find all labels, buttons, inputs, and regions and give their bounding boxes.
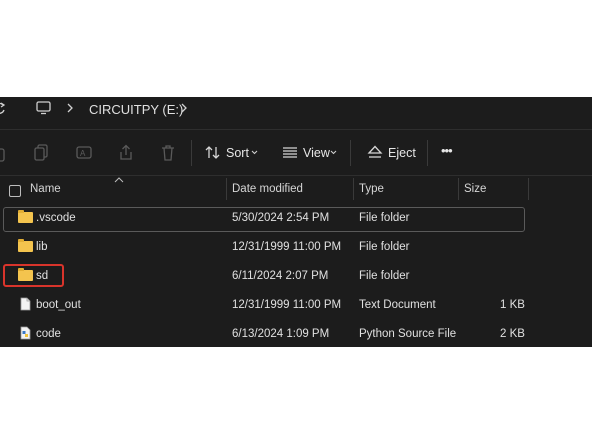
file-name: code <box>36 328 61 340</box>
list-item[interactable]: .vscode 5/30/2024 2:54 PM File folder <box>0 204 592 233</box>
column-header-name[interactable]: Name <box>30 183 61 195</box>
file-date: 12/31/1999 11:00 PM <box>232 299 342 311</box>
file-name: lib <box>36 241 48 253</box>
column-header-size[interactable]: Size <box>464 183 486 195</box>
list-item[interactable]: sd 6/11/2024 2:07 PM File folder <box>0 262 592 291</box>
column-divider[interactable] <box>353 178 354 200</box>
folder-icon <box>18 210 33 223</box>
file-date: 6/11/2024 2:07 PM <box>232 270 329 282</box>
file-type: File folder <box>359 270 410 282</box>
file-date: 6/13/2024 1:09 PM <box>232 328 330 340</box>
file-size: 1 KB <box>500 299 525 311</box>
file-type: File folder <box>359 212 410 224</box>
file-type: Python Source File <box>359 328 457 340</box>
highlight-box <box>3 264 64 287</box>
file-type: Text Document <box>359 299 436 311</box>
folder-icon <box>18 268 33 281</box>
list-item[interactable]: code 6/13/2024 1:09 PM Python Source Fil… <box>0 320 592 347</box>
column-header-date[interactable]: Date modified <box>232 183 303 195</box>
list-item[interactable]: boot_out 12/31/1999 11:00 PM Text Docume… <box>0 291 592 320</box>
select-all-checkbox[interactable] <box>9 185 21 197</box>
file-name: boot_out <box>36 299 81 311</box>
file-type: File folder <box>359 241 410 253</box>
file-name: sd <box>36 270 49 282</box>
python-file-icon <box>20 326 31 340</box>
sort-up-caret-icon <box>114 177 124 183</box>
folder-icon <box>18 239 33 252</box>
file-size: 2 KB <box>500 328 525 340</box>
column-divider[interactable] <box>528 178 529 200</box>
file-name: .vscode <box>36 212 76 224</box>
column-header-type[interactable]: Type <box>359 183 384 195</box>
column-divider[interactable] <box>226 178 227 200</box>
file-explorer-window: CIRCUITPY (E:) A Sort View Eject ••• Nam… <box>0 97 592 347</box>
file-date: 5/30/2024 2:54 PM <box>232 212 330 224</box>
file-date: 12/31/1999 11:00 PM <box>232 241 342 253</box>
column-header-row: Name Date modified Type Size <box>0 97 592 207</box>
list-item[interactable]: lib 12/31/1999 11:00 PM File folder <box>0 233 592 262</box>
text-file-icon <box>20 297 31 311</box>
column-divider[interactable] <box>458 178 459 200</box>
